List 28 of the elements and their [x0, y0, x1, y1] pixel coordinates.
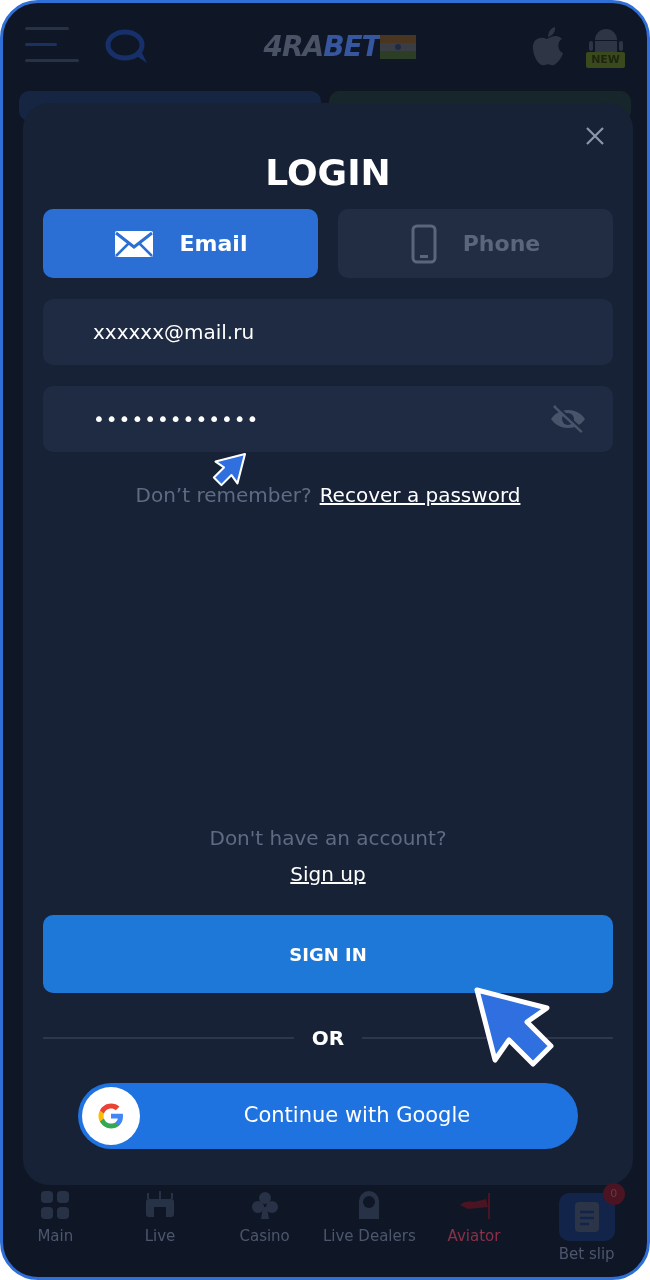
nav-item[interactable]: Live [107, 1179, 213, 1277]
google-icon [96, 1101, 126, 1131]
divider-label: OR [311, 1025, 345, 1052]
nav-item[interactable]: Live Dealers [316, 1179, 422, 1277]
email-field[interactable]: xxxxxx@mail.ru [43, 299, 613, 365]
phone-icon [410, 223, 437, 264]
password-field[interactable]: ••••••••••••• [43, 386, 613, 452]
envelope-icon [113, 229, 154, 258]
flag-icon [379, 35, 416, 59]
sign-in-button[interactable]: SIGN IN [43, 915, 613, 993]
logo-text: 4RA [263, 29, 324, 65]
close-icon [585, 125, 605, 146]
nav-item[interactable]: Main [3, 1179, 108, 1277]
login-tab[interactable]: Phone [338, 209, 613, 278]
signup-prompt: Don't have an account? [209, 825, 447, 852]
recover-prompt: Don’t remember? [135, 482, 312, 509]
logo-text: BET [323, 29, 380, 65]
login-tab[interactable]: Email [43, 209, 318, 278]
grid-icon [39, 1189, 72, 1221]
signup-link[interactable]: Sign up [290, 859, 366, 889]
hidden-eye-icon[interactable] [549, 404, 587, 434]
chat-icon[interactable] [105, 29, 149, 65]
nav-item[interactable]: Casino [212, 1179, 317, 1277]
notepad-icon [572, 1200, 601, 1234]
google-button[interactable]: Continue with Google [78, 1083, 578, 1149]
dialog-title: LOGIN [264, 155, 392, 191]
apple-icon[interactable] [530, 27, 565, 67]
recover-link[interactable]: Recover a password [319, 480, 521, 510]
